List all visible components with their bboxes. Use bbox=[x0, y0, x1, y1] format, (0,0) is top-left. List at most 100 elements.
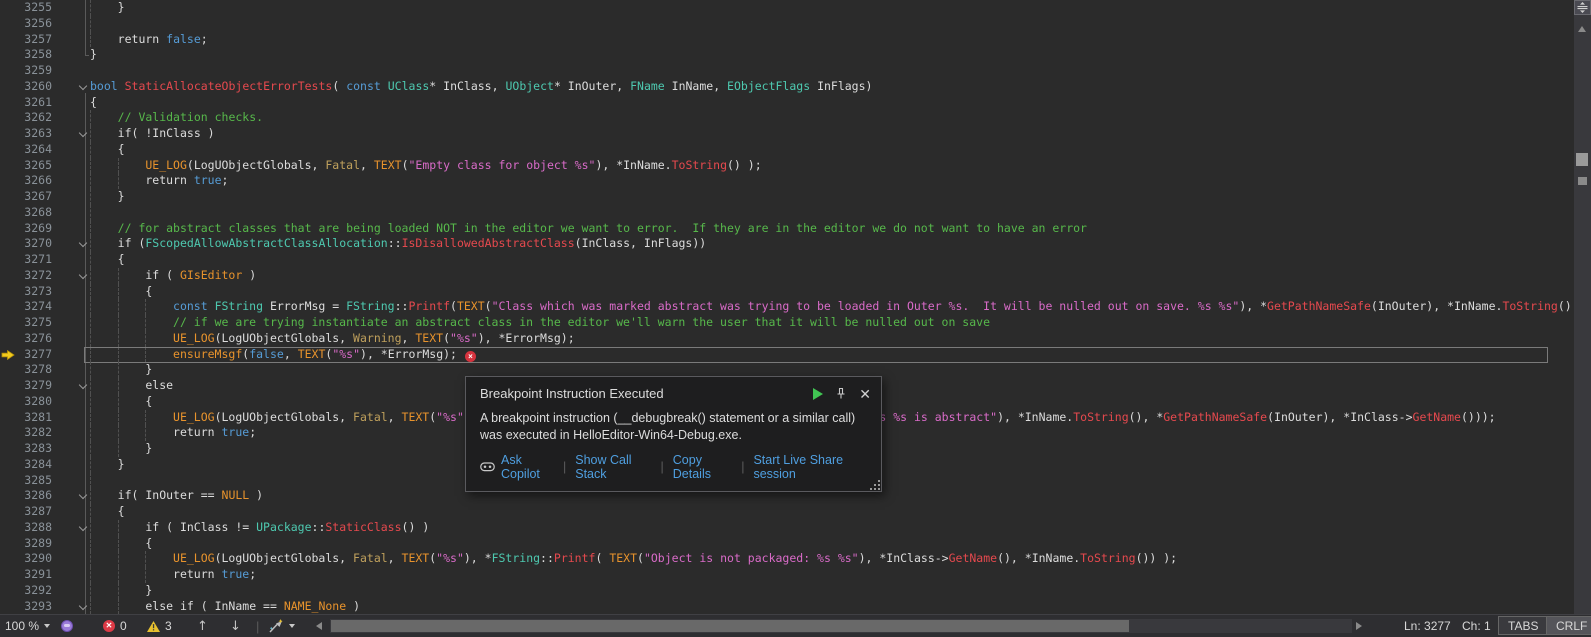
code-line[interactable]: 3264{ bbox=[0, 142, 1574, 158]
outlining-margin[interactable] bbox=[52, 520, 90, 536]
breakpoint-margin[interactable] bbox=[0, 315, 18, 331]
outlining-margin[interactable] bbox=[52, 473, 90, 489]
scroll-up-arrow-icon[interactable] bbox=[1578, 26, 1586, 32]
line-number[interactable]: 3269 bbox=[18, 221, 52, 237]
outlining-margin[interactable] bbox=[52, 378, 90, 394]
line-number[interactable]: 3270 bbox=[18, 236, 52, 252]
outlining-margin[interactable] bbox=[52, 47, 90, 63]
fold-chevron-icon[interactable] bbox=[79, 381, 87, 389]
line-number[interactable]: 3288 bbox=[18, 520, 52, 536]
line-number[interactable]: 3283 bbox=[18, 441, 52, 457]
line-number[interactable]: 3287 bbox=[18, 504, 52, 520]
breakpoint-margin[interactable] bbox=[0, 142, 18, 158]
line-number[interactable]: 3255 bbox=[18, 0, 52, 16]
assistant-button[interactable] bbox=[61, 615, 73, 637]
code-line[interactable]: 3270if (FScopedAllowAbstractClassAllocat… bbox=[0, 236, 1574, 252]
outlining-margin[interactable] bbox=[52, 599, 90, 615]
code-line[interactable]: 3289{ bbox=[0, 536, 1574, 552]
pin-button[interactable] bbox=[835, 387, 847, 400]
line-ending-button[interactable]: CRLF bbox=[1546, 616, 1591, 635]
ask-copilot-link[interactable]: Ask Copilot bbox=[501, 453, 554, 481]
line-number[interactable]: 3275 bbox=[18, 315, 52, 331]
next-issue-button[interactable]: ↓ bbox=[230, 615, 241, 637]
code-line[interactable]: 3256 bbox=[0, 16, 1574, 32]
breakpoint-margin[interactable] bbox=[0, 551, 18, 567]
line-number[interactable]: 3274 bbox=[18, 299, 52, 315]
breakpoint-margin[interactable] bbox=[0, 32, 18, 48]
line-number[interactable]: 3278 bbox=[18, 362, 52, 378]
fold-chevron-icon[interactable] bbox=[79, 82, 87, 90]
outlining-margin[interactable] bbox=[52, 583, 90, 599]
outlining-margin[interactable] bbox=[52, 457, 90, 473]
outlining-margin[interactable] bbox=[52, 315, 90, 331]
outlining-margin[interactable] bbox=[52, 252, 90, 268]
line-number[interactable]: 3293 bbox=[18, 599, 52, 615]
code-line[interactable]: 3260bool StaticAllocateObjectErrorTests(… bbox=[0, 79, 1574, 95]
line-number[interactable]: 3284 bbox=[18, 457, 52, 473]
line-number[interactable]: 3285 bbox=[18, 473, 52, 489]
code-line[interactable]: 3272if ( GIsEditor ) bbox=[0, 268, 1574, 284]
breakpoint-margin[interactable] bbox=[0, 63, 18, 79]
line-number[interactable]: 3279 bbox=[18, 378, 52, 394]
scroll-right-button[interactable] bbox=[1356, 615, 1362, 637]
breakpoint-margin[interactable] bbox=[0, 425, 18, 441]
outlining-margin[interactable] bbox=[52, 32, 90, 48]
breakpoint-margin[interactable] bbox=[0, 473, 18, 489]
breakpoint-margin[interactable] bbox=[0, 158, 18, 174]
breakpoint-margin[interactable] bbox=[0, 331, 18, 347]
warning-indicator[interactable]: 3 bbox=[147, 615, 172, 637]
outlining-margin[interactable] bbox=[52, 173, 90, 189]
code-line[interactable]: 3259 bbox=[0, 63, 1574, 79]
line-number[interactable]: 3282 bbox=[18, 425, 52, 441]
outlining-margin[interactable] bbox=[52, 362, 90, 378]
code-line[interactable]: 3263if( !InClass ) bbox=[0, 126, 1574, 142]
breakpoint-margin[interactable] bbox=[0, 410, 18, 426]
outlining-margin[interactable] bbox=[52, 0, 90, 16]
breakpoint-margin[interactable] bbox=[0, 347, 18, 363]
vertical-scrollbar[interactable] bbox=[1574, 0, 1591, 614]
show-call-stack-link[interactable]: Show Call Stack bbox=[575, 453, 651, 481]
breakpoint-margin[interactable] bbox=[0, 394, 18, 410]
error-indicator[interactable]: ✕ 0 bbox=[103, 615, 127, 637]
outlining-margin[interactable] bbox=[52, 79, 90, 95]
code-line[interactable]: 3290UE_LOG(LogUObjectGlobals, Fatal, TEX… bbox=[0, 551, 1574, 567]
code-line[interactable]: 3291return true; bbox=[0, 567, 1574, 583]
breakpoint-margin[interactable] bbox=[0, 583, 18, 599]
line-number[interactable]: 3280 bbox=[18, 394, 52, 410]
horizontal-scrollbar[interactable] bbox=[330, 619, 1352, 633]
line-number[interactable]: 3261 bbox=[18, 95, 52, 111]
outlining-margin[interactable] bbox=[52, 299, 90, 315]
code-line[interactable]: 3274const FString ErrorMsg = FString::Pr… bbox=[0, 299, 1574, 315]
breakpoint-margin[interactable] bbox=[0, 252, 18, 268]
outlining-margin[interactable] bbox=[52, 205, 90, 221]
code-line[interactable]: 3287{ bbox=[0, 504, 1574, 520]
code-line[interactable]: 3271{ bbox=[0, 252, 1574, 268]
outlining-margin[interactable] bbox=[52, 221, 90, 237]
outlining-margin[interactable] bbox=[52, 331, 90, 347]
code-line[interactable]: 3257return false; bbox=[0, 32, 1574, 48]
outlining-margin[interactable] bbox=[52, 16, 90, 32]
outlining-margin[interactable] bbox=[52, 63, 90, 79]
breakpoint-margin[interactable] bbox=[0, 95, 18, 111]
breakpoint-margin[interactable] bbox=[0, 520, 18, 536]
outlining-margin[interactable] bbox=[52, 142, 90, 158]
scroll-left-button[interactable] bbox=[316, 615, 322, 637]
outlining-margin[interactable] bbox=[52, 488, 90, 504]
code-line[interactable]: 3288if ( InClass != UPackage::StaticClas… bbox=[0, 520, 1574, 536]
line-number[interactable]: 3263 bbox=[18, 126, 52, 142]
fold-chevron-icon[interactable] bbox=[79, 239, 87, 247]
line-number[interactable]: 3260 bbox=[18, 79, 52, 95]
line-number[interactable]: 3291 bbox=[18, 567, 52, 583]
breakpoint-margin[interactable] bbox=[0, 47, 18, 63]
code-line[interactable]: 3262// Validation checks. bbox=[0, 110, 1574, 126]
code-editor[interactable]: 3255}32563257return false;3258}32593260b… bbox=[0, 0, 1574, 614]
line-number[interactable]: 3277 bbox=[18, 347, 52, 363]
breakpoint-margin[interactable] bbox=[0, 268, 18, 284]
breakpoint-margin[interactable] bbox=[0, 189, 18, 205]
outlining-margin[interactable] bbox=[52, 425, 90, 441]
breakpoint-margin[interactable] bbox=[0, 110, 18, 126]
code-line[interactable]: 3265UE_LOG(LogUObjectGlobals, Fatal, TEX… bbox=[0, 158, 1574, 174]
line-number[interactable]: 3289 bbox=[18, 536, 52, 552]
indentation-mode-button[interactable]: TABS bbox=[1498, 616, 1548, 635]
outlining-margin[interactable] bbox=[52, 236, 90, 252]
